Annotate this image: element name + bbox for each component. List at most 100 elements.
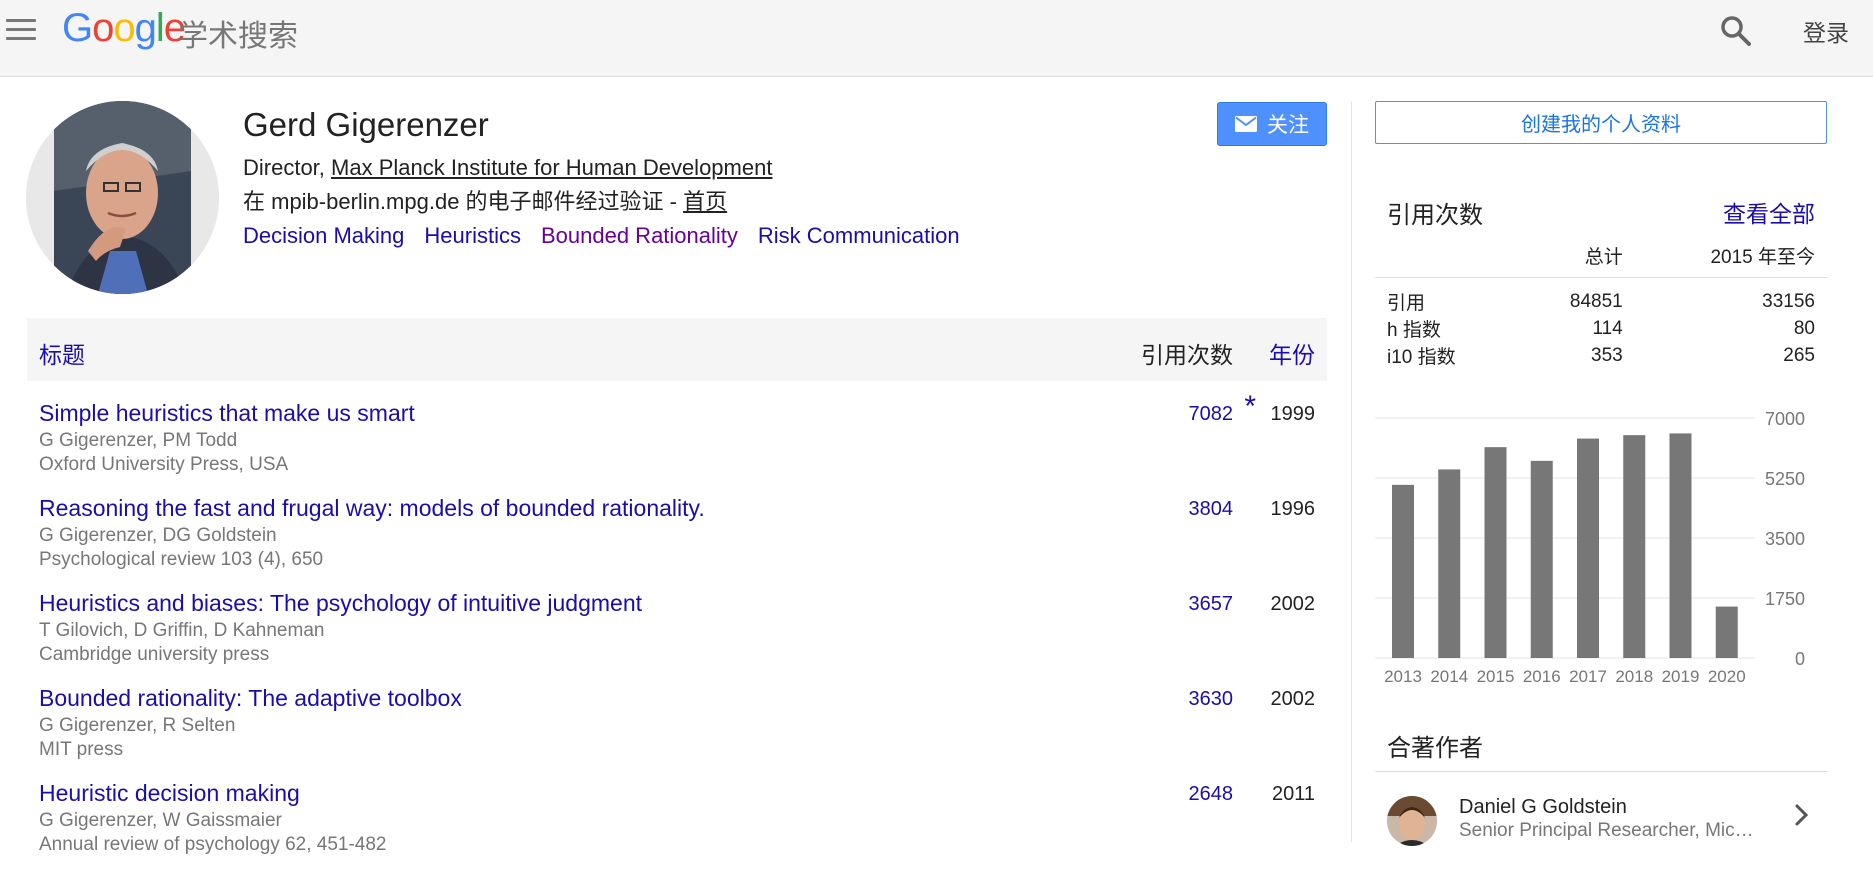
email-text: 在 mpib-berlin.mpg.de 的电子邮件经过验证 - <box>243 189 684 214</box>
x-tick-label: 2014 <box>1430 667 1468 686</box>
citations-heading: 引用次数 <box>1387 202 1483 229</box>
stat-label: i10 指数 <box>1387 347 1456 368</box>
y-tick-label: 7000 <box>1765 409 1805 429</box>
profile-avatar <box>26 101 219 294</box>
stats-row-citations: 引用 84851 33156 <box>1375 278 1827 316</box>
follow-label: 关注 <box>1267 114 1309 137</box>
profile-affiliation: Director, Max Planck Institute for Human… <box>243 155 772 181</box>
publication-authors: G Gigerenzer, W Gaissmaier <box>39 810 282 831</box>
publication-year: 2011 <box>1271 783 1315 805</box>
publication-authors: G Gigerenzer, R Selten <box>39 715 236 736</box>
create-profile-button[interactable]: 创建我的个人资料 <box>1375 101 1827 144</box>
publication-row: Heuristic decision making G Gigerenzer, … <box>27 780 1327 870</box>
publication-year: 1996 <box>1270 498 1316 520</box>
publication-title[interactable]: Heuristic decision making <box>39 780 300 807</box>
citation-count[interactable]: 7082 <box>1189 403 1234 426</box>
coauthor-avatar <box>1387 796 1437 846</box>
stats-blank-header <box>1375 241 1528 278</box>
search-icon[interactable] <box>1719 14 1753 48</box>
stat-total: 84851 <box>1569 290 1623 312</box>
bar <box>1392 484 1414 658</box>
publication-venue: MIT press <box>39 739 124 760</box>
publications-table-header: 标题 引用次数 年份 <box>27 318 1327 381</box>
citations-per-year-chart: 0 1750 3500 5250 7000 2013 2014 2015 2016 2017 201… <box>1375 409 1805 686</box>
top-bar: Google 学术搜索 登录 <box>0 0 1873 77</box>
publication-venue: Annual review of psychology 62, 451-482 <box>39 834 387 855</box>
stat-total: 114 <box>1592 317 1623 339</box>
cites-column-header: 引用次数 <box>1141 342 1233 368</box>
stat-label: h 指数 <box>1387 320 1441 341</box>
bar <box>1577 438 1599 658</box>
y-tick-label: 0 <box>1795 649 1805 669</box>
since-column-header: 2015 年至今 <box>1634 241 1827 278</box>
organization-link[interactable]: Max Planck Institute for Human Developme… <box>331 155 772 180</box>
publication-row: Bounded rationality: The adaptive toolbo… <box>27 685 1327 775</box>
bar <box>1484 447 1507 658</box>
publication-title[interactable]: Bounded rationality: The adaptive toolbo… <box>39 685 462 712</box>
publication-title[interactable]: Simple heuristics that make us smart <box>39 400 415 427</box>
publication-row: Simple heuristics that make us smart G G… <box>27 390 1327 490</box>
hamburger-menu-icon[interactable] <box>6 19 36 41</box>
x-tick-label: 2019 <box>1662 667 1700 686</box>
x-tick-label: 2020 <box>1708 667 1746 686</box>
y-tick-label: 3500 <box>1765 529 1805 549</box>
x-tick-label: 2016 <box>1523 667 1561 686</box>
stats-row-h-index: h 指数 114 80 <box>1375 315 1827 342</box>
y-tick-label: 1750 <box>1765 589 1805 609</box>
chevron-right-icon <box>1795 804 1809 826</box>
stat-total: 353 <box>1591 344 1623 366</box>
stats-row-i10-index: i10 指数 353 265 <box>1375 342 1827 369</box>
interest-link[interactable]: Decision Making <box>243 223 404 248</box>
coauthors-divider <box>1375 771 1827 772</box>
login-link[interactable]: 登录 <box>1803 14 1849 48</box>
view-all-link[interactable]: 查看全部 <box>1723 195 1815 229</box>
sort-by-title[interactable]: 标题 <box>39 336 85 370</box>
coauthor-name: Daniel G Goldstein <box>1459 796 1627 818</box>
y-tick-label: 5250 <box>1765 469 1805 489</box>
research-interests: Decision Making Heuristics Bounded Rationa… <box>243 223 980 249</box>
stat-since: 80 <box>1793 317 1815 339</box>
envelope-icon <box>1235 116 1257 132</box>
publication-row: Reasoning the fast and frugal way: model… <box>27 495 1327 585</box>
google-logo[interactable]: Google <box>62 6 186 51</box>
x-tick-label: 2017 <box>1569 667 1607 686</box>
bar <box>1623 435 1646 658</box>
homepage-link[interactable]: 首页 <box>683 189 727 214</box>
interest-link[interactable]: Risk Communication <box>758 223 960 248</box>
coauthor-affiliation: Senior Principal Researcher, Mic… <box>1459 820 1754 841</box>
interest-link[interactable]: Bounded Rationality <box>541 223 738 248</box>
publication-venue: Oxford University Press, USA <box>39 454 289 475</box>
citation-stats-table: 总计 2015 年至今 引用 84851 33156 h 指数 114 80 i… <box>1375 241 1827 369</box>
profile-name: Gerd Gigerenzer <box>243 106 489 143</box>
x-tick-label: 2015 <box>1477 667 1515 686</box>
merged-citations-star[interactable]: * <box>1244 390 1256 424</box>
publication-venue: Psychological review 103 (4), 650 <box>39 549 324 570</box>
affiliation-prefix: Director, <box>243 155 332 180</box>
publication-venue: Cambridge university press <box>39 644 270 665</box>
coauthors-heading: 合著作者 <box>1387 735 1483 762</box>
follow-button[interactable]: 关注 <box>1217 102 1327 146</box>
column-divider <box>1351 101 1352 842</box>
x-tick-label: 2018 <box>1615 667 1653 686</box>
coauthor-item[interactable]: Daniel G Goldstein Senior Principal Rese… <box>1375 792 1827 846</box>
bar <box>1715 606 1738 658</box>
publication-year: 2002 <box>1270 688 1316 710</box>
interest-link[interactable]: Heuristics <box>424 223 521 248</box>
citation-count[interactable]: 3630 <box>1189 688 1234 711</box>
citation-count[interactable]: 3657 <box>1189 593 1234 616</box>
sort-by-year[interactable]: 年份 <box>1269 336 1315 370</box>
stat-label: 引用 <box>1387 293 1426 314</box>
stat-since: 33156 <box>1762 290 1815 312</box>
publication-year: 2002 <box>1270 593 1316 615</box>
bar <box>1438 469 1461 658</box>
citation-count[interactable]: 3804 <box>1189 498 1234 521</box>
citation-count[interactable]: 2648 <box>1189 783 1234 806</box>
publication-authors: T Gilovich, D Griffin, D Kahneman <box>39 620 325 641</box>
publication-authors: G Gigerenzer, PM Todd <box>39 430 238 451</box>
total-column-header: 总计 <box>1527 241 1635 278</box>
publication-title[interactable]: Reasoning the fast and frugal way: model… <box>39 495 705 522</box>
publication-title[interactable]: Heuristics and biases: The psychology of… <box>39 590 642 617</box>
x-tick-label: 2013 <box>1384 667 1422 686</box>
bar <box>1669 433 1692 658</box>
profile-email-verification: 在 mpib-berlin.mpg.de 的电子邮件经过验证 - 首页 <box>243 184 727 216</box>
